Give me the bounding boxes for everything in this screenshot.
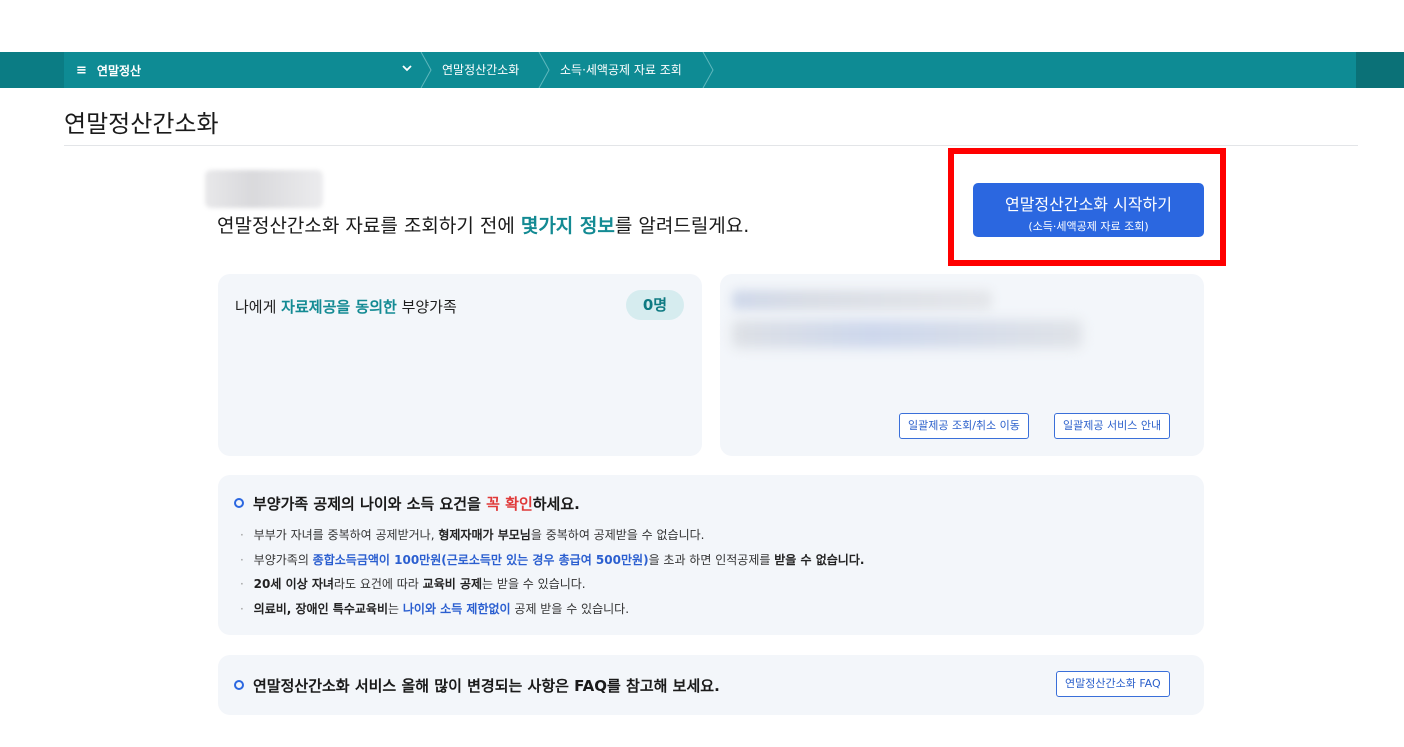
breadcrumb-separator-icon — [702, 52, 714, 88]
blurred-text — [732, 320, 1082, 348]
item-text: 을 초과 하면 인적공제를 — [648, 552, 775, 567]
navbar-right-edge — [1356, 52, 1404, 88]
top-navbar: ≡ 연말정산 연말정산간소화 소득·세액공제 자료 조회 — [0, 52, 1404, 88]
intro-text-pre: 연말정산간소화 자료를 조회하기 전에 — [217, 215, 521, 237]
item-text: 는 받을 수 있습니다. — [482, 577, 586, 591]
faq-button[interactable]: 연말정산간소화 FAQ — [1056, 671, 1170, 697]
intro-text: 연말정산간소화 자료를 조회하기 전에 몇가지 정보를 알려드릴게요. — [217, 211, 749, 238]
item-text-bold: 형제자매가 부모님 — [438, 528, 531, 542]
breadcrumb-separator-icon — [420, 52, 432, 88]
dependents-label-highlight: 자료제공을 동의한 — [281, 298, 397, 316]
item-text: 을 중복하여 공제받을 수 없습니다. — [530, 528, 705, 542]
navbar-left-edge — [0, 52, 64, 88]
circle-bullet-icon — [234, 679, 244, 690]
requirements-list: 부부가 자녀를 중복하여 공제받거나, 형제자매가 부모님을 중복하여 공제받을… — [240, 523, 865, 622]
item-text-bold: 20세 이상 자녀 — [253, 577, 334, 591]
breadcrumb-item-deduction-lookup[interactable]: 소득·세액공제 자료 조회 — [560, 52, 682, 88]
title-divider — [64, 145, 1358, 146]
breadcrumb-separator-icon — [538, 52, 550, 88]
circle-bullet-icon — [234, 497, 244, 508]
dependent-requirements-card: 부양가족 공제의 나이와 소득 요건을 꼭 확인하세요. 부부가 자녀를 중복하… — [218, 475, 1204, 635]
list-item: 20세 이상 자녀라도 요건에 따라 교육비 공제는 받을 수 있습니다. — [240, 572, 864, 597]
menu-label: 연말정산 — [96, 63, 142, 78]
list-item: 부부가 자녀를 중복하여 공제받거나, 형제자매가 부모님을 중복하여 공제받을… — [240, 523, 864, 548]
requirements-heading-red: 꼭 확인 — [486, 495, 533, 513]
requirements-heading: 부양가족 공제의 나이와 소득 요건을 꼭 확인하세요. — [234, 493, 580, 514]
item-text: 라도 요건에 따라 — [333, 577, 423, 591]
item-text-bold: 의료비, 장애인 특수교육비 — [253, 601, 389, 616]
list-item: 의료비, 장애인 특수교육비는 나이와 소득 제한없이 공제 받을 수 있습니다… — [240, 597, 864, 622]
requirements-heading-pre: 부양가족 공제의 나이와 소득 요건을 — [253, 495, 487, 513]
dependents-label: 나에게 자료제공을 동의한 부양가족 — [235, 296, 457, 317]
intro-text-post: 를 알려드릴게요. — [614, 215, 750, 237]
dependents-label-pre: 나에게 — [235, 298, 282, 316]
item-text-blue: 나이와 소득 제한없이 — [402, 601, 511, 616]
dependents-label-post: 부양가족 — [396, 298, 457, 316]
faq-notice-card: 연말정산간소화 서비스 올해 많이 변경되는 사항은 FAQ를 참고해 보세요.… — [218, 655, 1204, 715]
item-text: 부부가 자녀를 중복하여 공제받거나, — [253, 528, 439, 542]
item-text-bold: 받을 수 없습니다. — [774, 552, 865, 567]
bulk-provision-card: 일괄제공 조회/취소 이동 일괄제공 서비스 안내 — [720, 274, 1204, 456]
bulk-service-guide-button[interactable]: 일괄제공 서비스 안내 — [1054, 413, 1171, 439]
blurred-username — [205, 170, 323, 208]
blurred-text — [732, 290, 992, 310]
list-item: 부양가족의 종합소득금액이 100만원(근로소득만 있는 경우 총급여 500만… — [240, 548, 865, 573]
chevron-down-icon — [402, 65, 412, 72]
requirements-heading-post: 하세요. — [532, 495, 580, 513]
start-button-label: 연말정산간소화 시작하기 — [1004, 195, 1172, 214]
faq-notice: 연말정산간소화 서비스 올해 많이 변경되는 사항은 FAQ를 참고해 보세요. — [234, 675, 720, 696]
page-title: 연말정산간소화 — [64, 110, 219, 138]
consented-dependents-card: 나에게 자료제공을 동의한 부양가족 0명 — [218, 274, 702, 456]
hamburger-icon: ≡ — [76, 62, 87, 78]
item-text: 부양가족의 — [253, 552, 313, 567]
intro-text-highlight: 몇가지 정보 — [520, 215, 615, 237]
item-text: 는 — [388, 601, 403, 616]
item-text: 공제 받을 수 있습니다. — [510, 601, 630, 616]
start-simplified-service-button[interactable]: 연말정산간소화 시작하기 (소득·세액공제 자료 조회) — [973, 183, 1204, 237]
breadcrumb-item-simplified[interactable]: 연말정산간소화 — [442, 52, 519, 88]
item-text-blue: 종합소득금액이 100만원(근로소득만 있는 경우 총급여 500만원) — [312, 552, 649, 567]
menu-dropdown[interactable]: ≡ 연말정산 — [76, 52, 416, 88]
faq-notice-text: 연말정산간소화 서비스 올해 많이 변경되는 사항은 FAQ를 참고해 보세요. — [253, 677, 720, 695]
dependents-count-badge: 0명 — [626, 290, 684, 320]
start-button-sublabel: (소득·세액공제 자료 조회) — [1028, 220, 1149, 233]
item-text-bold: 교육비 공제 — [422, 577, 483, 591]
bulk-lookup-cancel-button[interactable]: 일괄제공 조회/취소 이동 — [899, 413, 1029, 439]
